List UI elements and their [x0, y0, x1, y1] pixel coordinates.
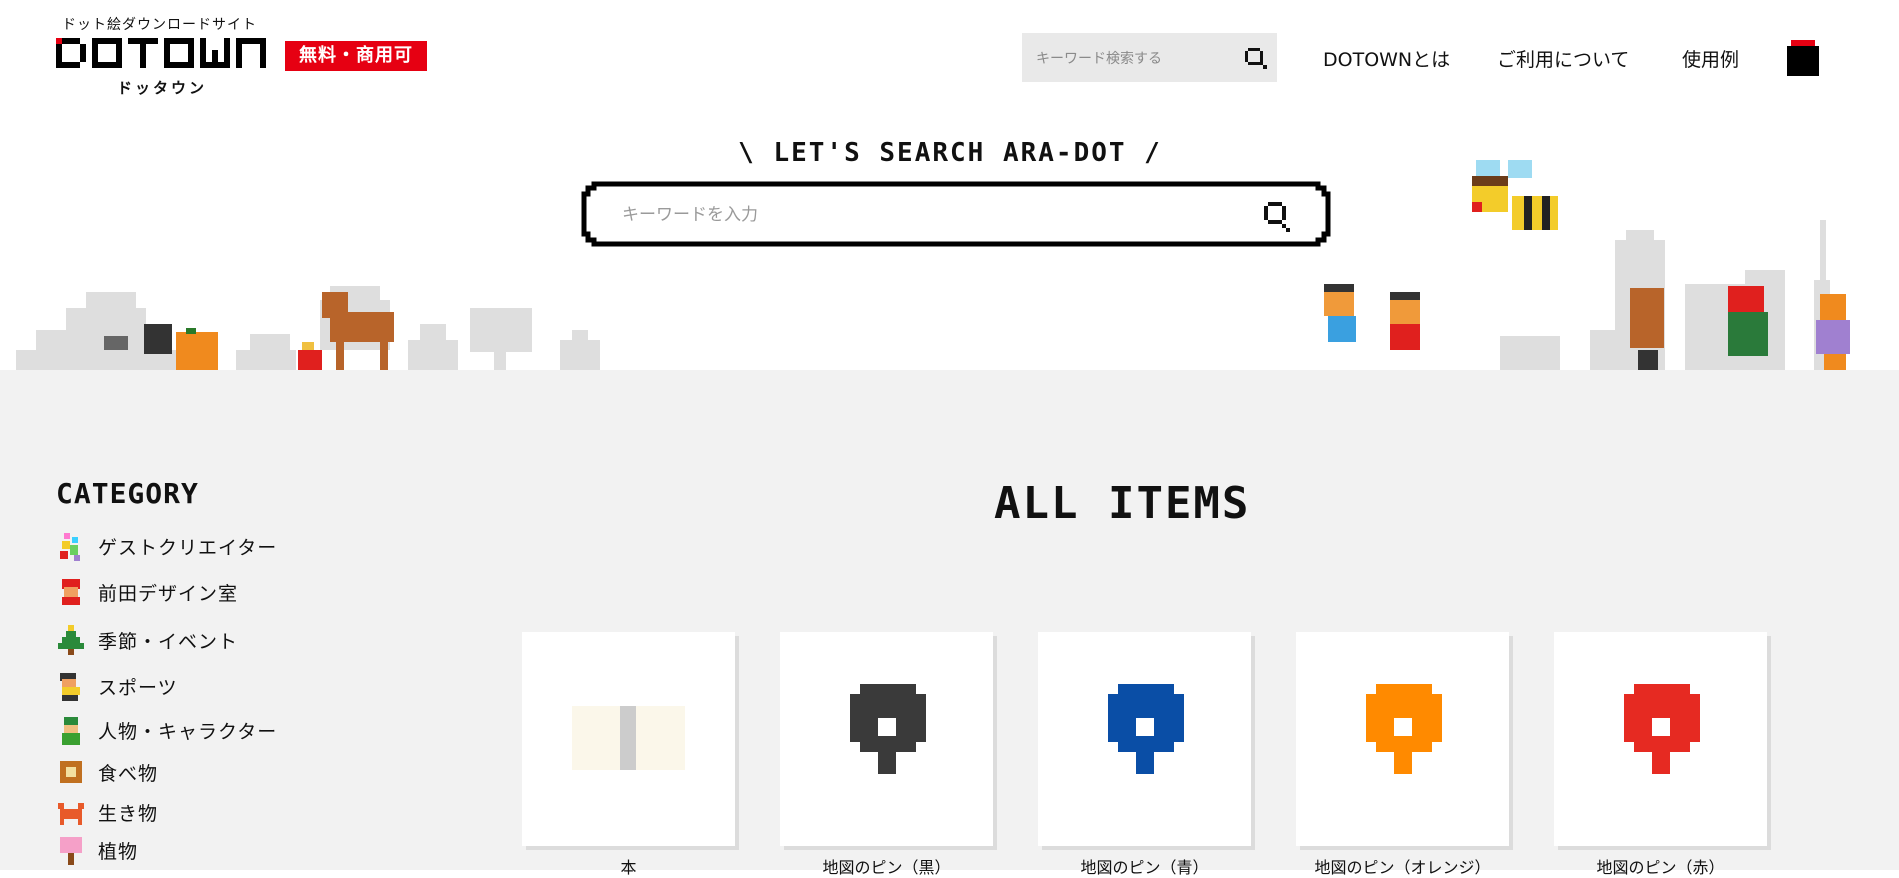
svg-text:ALL ITEMS: ALL ITEMS [994, 478, 1250, 524]
hero-title: \ LET'S SEARCH ARA-DOT / [738, 138, 1162, 168]
category-plants[interactable]: 植物 [56, 834, 138, 866]
nav-usage[interactable]: ご利用について [1497, 45, 1629, 72]
plant-icon [60, 837, 82, 865]
search-icon[interactable] [1243, 45, 1269, 71]
category-label: ゲストクリエイター [98, 536, 278, 559]
map-pin-icon [1108, 684, 1184, 774]
category-person-character[interactable]: 人物・キャラクター [56, 714, 277, 746]
site-tagline: ドット絵ダウンロードサイト [62, 17, 257, 33]
sports-icon [60, 673, 80, 701]
hero-search-icon[interactable] [1262, 200, 1292, 234]
hero-search-box [580, 181, 1332, 247]
item-card-book[interactable] [522, 632, 735, 846]
food-icon [60, 761, 82, 783]
category-label: スポーツ [98, 676, 178, 699]
nav-examples[interactable]: 使用例 [1682, 45, 1739, 72]
category-label: 植物 [98, 840, 139, 863]
category-label: 人物・キャラクター [98, 720, 278, 743]
item-label[interactable]: 地図のピン（青） [1038, 854, 1251, 878]
category-maeda-design[interactable]: 前田デザイン室 [56, 576, 238, 608]
person-icon [62, 717, 80, 745]
book-icon [572, 706, 685, 770]
map-pin-icon [1366, 684, 1442, 774]
hero-pixel-scene-left [16, 286, 600, 370]
free-commercial-badge: 無料・商用可 [285, 41, 427, 71]
hero-pixel-scene-right [1324, 160, 1850, 370]
svg-text:\ LET'S SEARCH ARA-DOT /: \ LET'S SEARCH ARA-DOT / [738, 138, 1162, 168]
category-sports[interactable]: スポーツ [56, 670, 178, 702]
nav-about[interactable]: DOTOWNとは [1323, 45, 1450, 72]
item-label[interactable]: 地図のピン（赤） [1554, 854, 1767, 878]
map-pin-icon [1624, 684, 1700, 774]
item-card-pin-orange[interactable] [1296, 632, 1509, 846]
header-search-box [1022, 33, 1277, 84]
category-food[interactable]: 食べ物 [56, 756, 158, 788]
christmas-tree-icon [58, 625, 84, 655]
maeda-design-icon [62, 579, 80, 605]
category-heading: CATEGORY [56, 478, 199, 508]
category-guest-creator[interactable]: ゲストクリエイター [56, 530, 277, 562]
category-label: 食べ物 [98, 762, 159, 785]
svg-text:CATEGORY: CATEGORY [56, 478, 199, 508]
item-label[interactable]: 本 [522, 854, 735, 878]
category-label: 生き物 [98, 802, 159, 825]
item-card-pin-blue[interactable] [1038, 632, 1251, 846]
guest-creator-icon [60, 533, 80, 561]
category-label: 季節・イベント [98, 630, 239, 653]
category-list: ゲストクリエイター 前田デザイン室 季節・イベント スポーツ 人物・キャラクター [56, 530, 356, 870]
hero-search-input[interactable] [620, 193, 1244, 237]
logo[interactable] [56, 38, 267, 80]
map-pin-icon [850, 684, 926, 774]
category-season-event[interactable]: 季節・イベント [56, 624, 238, 656]
item-card-pin-red[interactable] [1554, 632, 1767, 846]
all-items-heading: ALL ITEMS [994, 478, 1250, 524]
logo-kana: ドッタウン [117, 79, 208, 97]
bag-icon[interactable] [1787, 40, 1819, 76]
category-creatures[interactable]: 生き物 [56, 796, 158, 828]
item-label[interactable]: 地図のピン（オレンジ） [1296, 854, 1509, 878]
item-card-pin-black[interactable] [780, 632, 993, 846]
item-label[interactable]: 地図のピン（黒） [780, 854, 993, 878]
category-label: 前田デザイン室 [98, 582, 239, 605]
crab-icon [58, 803, 84, 825]
header-search-input[interactable] [1034, 33, 1238, 84]
